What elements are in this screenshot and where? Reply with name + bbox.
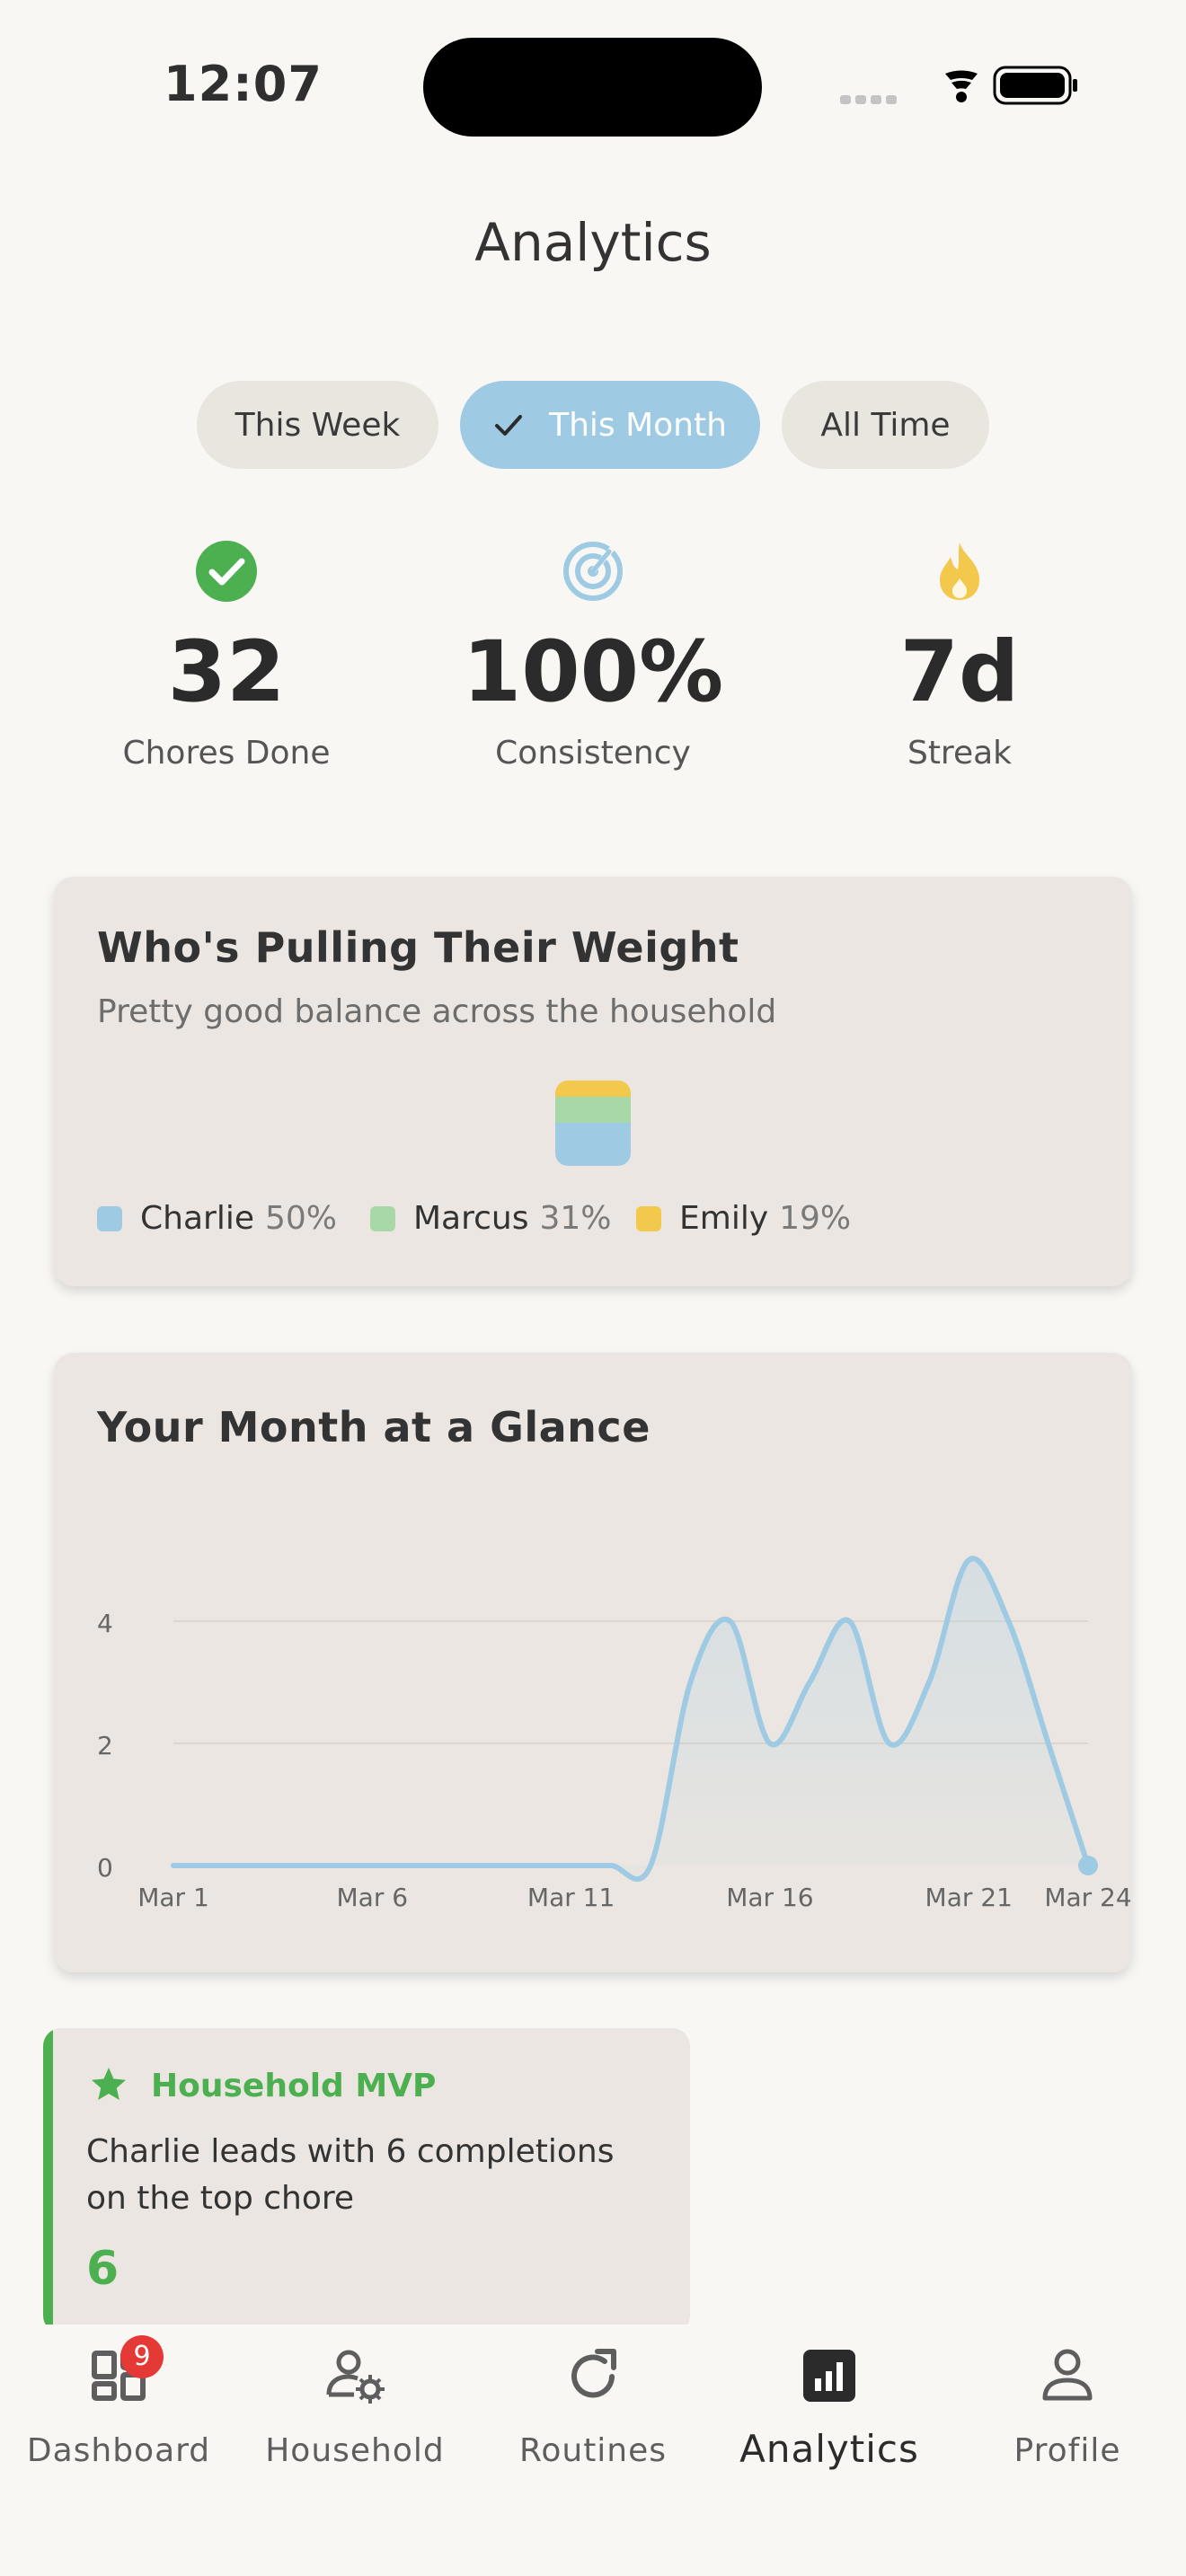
mvp-value: 6 bbox=[86, 2242, 119, 2296]
chart-x-tick: Mar 16 bbox=[726, 1883, 813, 1912]
mvp-card: Household MVP Charlie leads with 6 compl… bbox=[43, 2028, 690, 2333]
mvp-accent-bar bbox=[43, 2028, 53, 2333]
nav-profile[interactable]: Profile bbox=[951, 2344, 1184, 2469]
nav-label: Dashboard bbox=[26, 2432, 211, 2469]
nav-label: Household bbox=[265, 2432, 445, 2469]
chart-y-tick: 0 bbox=[97, 1853, 113, 1883]
chart-y-tick: 4 bbox=[97, 1609, 113, 1638]
mvp-title: Household MVP bbox=[151, 2068, 437, 2104]
analytics-icon bbox=[803, 2350, 855, 2402]
nav-label: Profile bbox=[1013, 2432, 1121, 2469]
star-icon bbox=[92, 2068, 126, 2100]
chart-x-tick: Mar 11 bbox=[527, 1883, 615, 1912]
nav-routines[interactable]: Routines bbox=[476, 2344, 710, 2469]
profile-icon bbox=[1042, 2349, 1093, 2401]
chart-x-tick: Mar 1 bbox=[137, 1883, 209, 1912]
nav-dashboard[interactable]: 9 Dashboard bbox=[2, 2335, 235, 2469]
chart-x-tick: Mar 6 bbox=[337, 1883, 409, 1912]
notification-badge: 9 bbox=[120, 2335, 164, 2378]
routines-icon bbox=[571, 2349, 616, 2398]
mvp-text: Charlie leads with 6 completions on the … bbox=[86, 2133, 615, 2217]
nav-label: Analytics bbox=[739, 2427, 919, 2471]
nav-label: Routines bbox=[518, 2432, 668, 2469]
chart-x-tick: Mar 24 bbox=[1044, 1883, 1131, 1912]
household-icon bbox=[326, 2350, 385, 2404]
chart-y-tick: 2 bbox=[97, 1731, 113, 1760]
chart-x-tick: Mar 21 bbox=[925, 1883, 1013, 1912]
nav-household[interactable]: Household bbox=[238, 2344, 472, 2469]
nav-analytics[interactable]: Analytics bbox=[712, 2344, 946, 2471]
chart-end-point bbox=[1078, 1856, 1098, 1875]
